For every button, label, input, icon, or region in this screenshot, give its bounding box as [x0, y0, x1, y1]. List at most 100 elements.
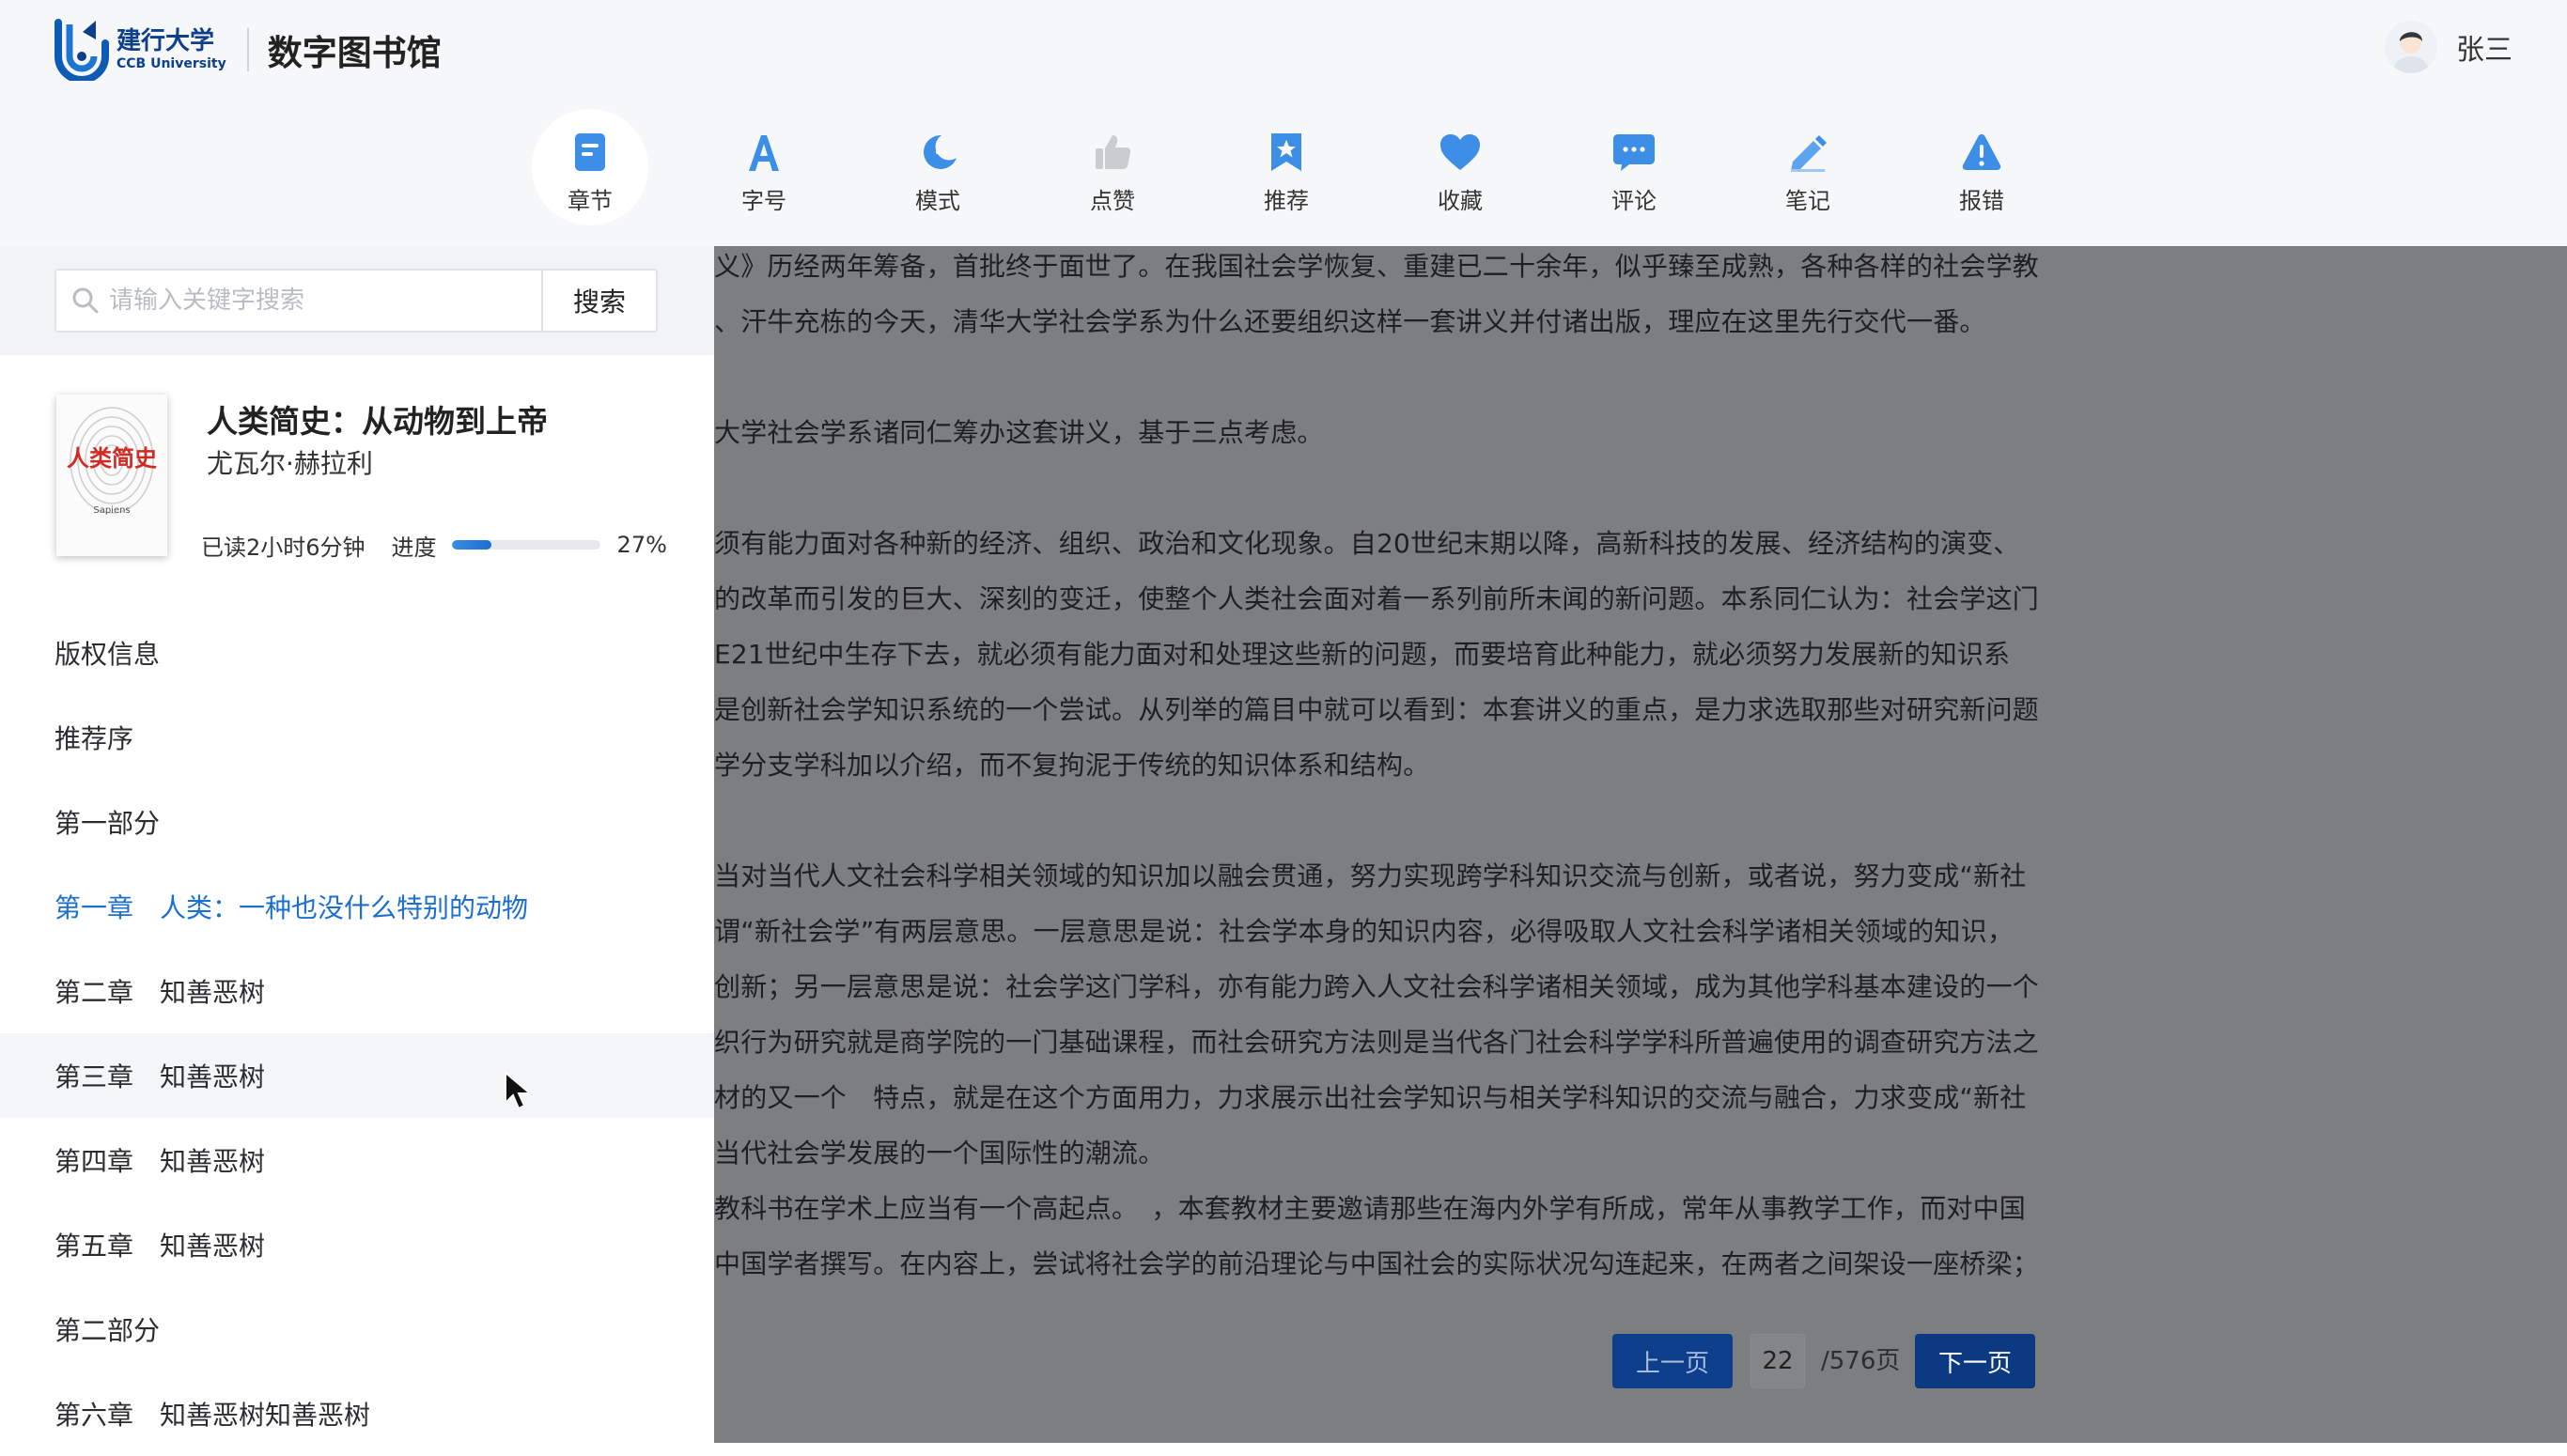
- toc-item[interactable]: 版权信息: [0, 611, 714, 695]
- tool-label: 笔记: [1785, 188, 1830, 214]
- text-line: 义》历经两年筹备，首批终于面世了。在我国社会学恢复、重建已二十余年，似乎臻至成熟…: [714, 251, 2040, 282]
- page-total: /576页: [1821, 1347, 1901, 1375]
- toc-item[interactable]: 推荐序: [0, 695, 714, 780]
- thumbs-up-icon: [1088, 128, 1137, 177]
- book-author: 尤瓦尔·赫拉利: [207, 448, 373, 479]
- search-icon: [71, 287, 100, 315]
- text-line: 教科书在学术上应当有一个高起点。 ，本套教材主要邀请那些在海内外学有所成，常年从…: [714, 1193, 2027, 1224]
- next-page-button[interactable]: 下一页: [1915, 1334, 2035, 1388]
- text-line: 材的又一个 特点，就是在这个方面用力，力求展示出社会学知识与相关学科知识的交流与…: [714, 1082, 2027, 1113]
- warning-icon: [1957, 128, 2006, 177]
- reading-progress: 已读2小时6分钟 进度 27%: [201, 528, 671, 562]
- progress-fill: [451, 540, 492, 550]
- progress-bar: [451, 540, 600, 550]
- toc-item[interactable]: 第四章 知善恶树: [0, 1118, 714, 1202]
- text-line: E21世纪中生存下去，就必须有能力面对和处理这些新的问题，而要培育此种能力，就必…: [714, 639, 2011, 670]
- toc-item[interactable]: 第一部分: [0, 780, 714, 864]
- toc-chapter-number: 第六章: [54, 1400, 134, 1431]
- tool-report-error[interactable]: 报错: [1923, 111, 2040, 224]
- toc-item[interactable]: 第二章 知善恶树: [0, 949, 714, 1033]
- avatar[interactable]: [2385, 21, 2437, 73]
- toc-item[interactable]: 第五章 知善恶树: [0, 1202, 714, 1287]
- tool-label: 点赞: [1090, 188, 1135, 214]
- logo-divider: [246, 28, 249, 71]
- tool-label: 模式: [915, 188, 960, 214]
- toc-chapter-name: 知善恶树: [160, 1146, 266, 1177]
- text-line: 、汗牛充栋的今天，清华大学社会学系为什么还要组织这样一套讲义并付诸出版，理应在这…: [714, 306, 1986, 337]
- toc-item-label: 第二部分: [54, 1315, 161, 1346]
- toc-chapter-name: 知善恶树: [160, 1061, 266, 1092]
- tool-font-size[interactable]: 字号: [706, 111, 822, 224]
- page-number-input[interactable]: 22: [1750, 1334, 1805, 1388]
- toc-item-label: 第一部分: [54, 808, 161, 839]
- app-title: 数字图书馆: [267, 33, 442, 73]
- progress-label: 进度: [391, 534, 437, 561]
- mouse-cursor-icon: [502, 1070, 543, 1114]
- toc-chapter-number: 第二章: [54, 977, 134, 1008]
- toc-item-current[interactable]: 第一章 人类：一种也没什么特别的动物: [0, 864, 714, 949]
- prev-page-button[interactable]: 上一页: [1612, 1334, 1733, 1388]
- toc-chapter-name: 知善恶树: [160, 1231, 266, 1262]
- tool-chapter[interactable]: 章节: [532, 109, 648, 225]
- tool-label: 报错: [1959, 188, 2004, 214]
- ccb-logo-icon: [54, 19, 109, 84]
- tool-label: 收藏: [1438, 188, 1483, 214]
- text-line: 须有能力面对各种新的经济、组织、政治和文化现象。自20世纪末期以降，高新科技的发…: [714, 528, 2020, 559]
- toc-chapter-number: 第三章: [54, 1061, 134, 1092]
- text-line: 大学社会学系诸同仁筹办这套讲义，基于三点考虑。: [714, 417, 1324, 448]
- font-size-icon: [739, 128, 788, 177]
- pencil-icon: [1783, 128, 1832, 177]
- tool-label: 推荐: [1264, 188, 1309, 214]
- app-header: 建行大学 CCB University 数字图书馆 张三 章节 字号 模式 点赞…: [0, 0, 2567, 246]
- reading-area: 义》历经两年筹备，首批终于面世了。在我国社会学恢复、重建已二十余年，似乎臻至成熟…: [714, 246, 2567, 1443]
- tool-like[interactable]: 点赞: [1054, 111, 1171, 224]
- tool-recommend[interactable]: 推荐: [1228, 111, 1345, 224]
- read-time: 已读2小时6分钟: [201, 534, 366, 561]
- toc-chapter-name: 人类：一种也没什么特别的动物: [160, 892, 529, 923]
- logo[interactable]: 建行大学 CCB University 数字图书馆: [54, 17, 442, 84]
- tool-mode[interactable]: 模式: [879, 111, 996, 224]
- text-line: 当对当代人文社会科学相关领域的知识加以融会贯通，努力实现跨学科知识交流与创新，或…: [714, 860, 2027, 891]
- bookmark-star-icon: [1262, 128, 1311, 177]
- progress-percent: 27%: [616, 532, 667, 558]
- text-line: 创新；另一层意思是说：社会学这门学科，亦有能力跨入人文社会科学诸相关领域，成为其…: [714, 971, 2040, 1002]
- text-line: 学分支学科加以介绍，而不复拘泥于传统的知识体系和结构。: [714, 750, 1430, 781]
- tool-label: 字号: [741, 188, 786, 214]
- chapter-icon: [566, 128, 615, 177]
- user-menu[interactable]: 张三: [2385, 21, 2513, 73]
- text-line: 织行为研究就是商学院的一门基础课程，而社会研究方法则是当代各门社会科学学科所普遍…: [714, 1027, 2040, 1058]
- search-button[interactable]: 搜索: [543, 271, 656, 331]
- toc-item[interactable]: 第六章 知善恶树知善恶树: [0, 1371, 714, 1456]
- text-line: 谓“新社会学”有两层意思。一层意思是说：社会学本身的知识内容，必得吸取人文社会科…: [714, 916, 2015, 947]
- book-title: 人类简史：从动物到上帝: [207, 403, 548, 440]
- search-box: 搜索: [54, 269, 658, 333]
- book-cover[interactable]: 人类简史 Sapiens: [56, 395, 167, 556]
- toc-item-hovered[interactable]: 第三章 知善恶树: [0, 1033, 714, 1118]
- cover-title: 人类简史: [67, 444, 157, 472]
- text-line: 当代社会学发展的一个国际性的潮流。: [714, 1138, 1165, 1169]
- text-line: 中国学者撰写。在内容上，尝试将社会学的前沿理论与中国社会的实际状况勾连起来，在两…: [714, 1248, 2040, 1279]
- tool-comment[interactable]: 评论: [1576, 111, 1692, 224]
- tool-label: 章节: [568, 188, 613, 214]
- search-input[interactable]: [107, 286, 524, 316]
- text-line: 是创新社会学知识系统的一个尝试。从列举的篇目中就可以看到：本套讲义的重点，是力求…: [714, 694, 2040, 725]
- toc-item[interactable]: 第二部分: [0, 1287, 714, 1371]
- toc-item-label: 版权信息: [54, 639, 161, 670]
- toc-chapter-name: 知善恶树知善恶树: [160, 1400, 371, 1431]
- comment-icon: [1610, 128, 1658, 177]
- toc-chapter-name: 知善恶树: [160, 977, 266, 1008]
- tool-favorite[interactable]: 收藏: [1402, 111, 1518, 224]
- book-info: 人类简史 Sapiens 人类简史：从动物到上帝 尤瓦尔·赫拉利 已读2小时6分…: [54, 393, 667, 571]
- toc-item-label: 推荐序: [54, 723, 134, 754]
- heart-icon: [1436, 128, 1485, 177]
- toc-chapter-number: 第五章: [54, 1231, 134, 1262]
- logo-english-name: CCB University: [117, 56, 226, 71]
- toc-chapter-number: 第四章: [54, 1146, 134, 1177]
- moon-icon: [913, 128, 962, 177]
- cover-subtitle: Sapiens: [93, 505, 131, 516]
- tool-label: 评论: [1611, 188, 1657, 214]
- toc-chapter-number: 第一章: [54, 892, 134, 923]
- logo-chinese-name: 建行大学: [117, 27, 215, 55]
- search-area: 搜索: [0, 246, 714, 355]
- tool-note[interactable]: 笔记: [1750, 111, 1866, 224]
